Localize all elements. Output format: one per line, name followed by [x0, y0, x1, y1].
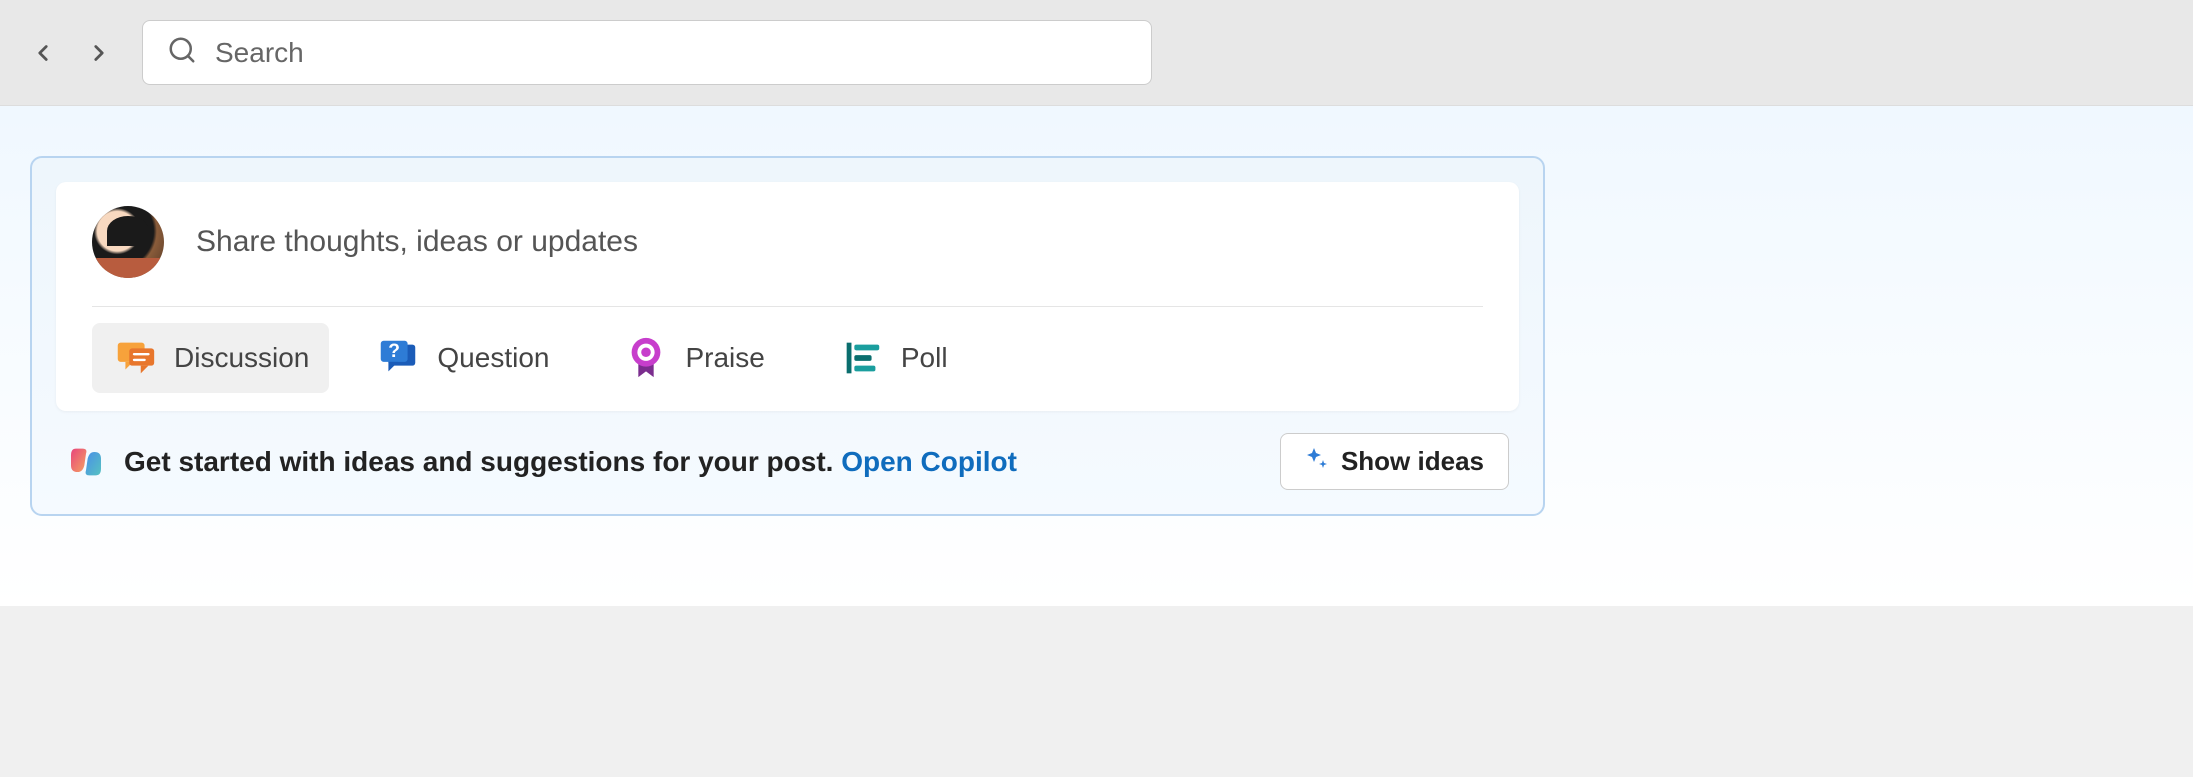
content-area: Share thoughts, ideas or updates: [0, 106, 2193, 606]
tab-praise[interactable]: Praise: [595, 323, 792, 393]
tab-label: Praise: [685, 342, 764, 374]
copilot-text: Get started with ideas and suggestions f…: [124, 446, 1017, 478]
praise-icon: [623, 335, 669, 381]
back-button[interactable]: [30, 40, 56, 66]
tab-label: Poll: [901, 342, 948, 374]
avatar[interactable]: [92, 206, 164, 278]
discussion-icon: [112, 335, 158, 381]
nav-arrows: [30, 40, 112, 66]
compose-card: Share thoughts, ideas or updates: [56, 182, 1519, 411]
svg-text:?: ?: [389, 341, 401, 362]
compose-header[interactable]: Share thoughts, ideas or updates: [92, 206, 1483, 307]
poll-icon: [839, 335, 885, 381]
open-copilot-link[interactable]: Open Copilot: [841, 446, 1017, 477]
compose-placeholder[interactable]: Share thoughts, ideas or updates: [196, 225, 638, 259]
post-type-tabs: Discussion ? Question: [92, 307, 1483, 393]
question-icon: ?: [375, 335, 421, 381]
tab-label: Question: [437, 342, 549, 374]
header-bar: [0, 0, 2193, 106]
tab-poll[interactable]: Poll: [811, 323, 976, 393]
copilot-prompt: Get started with ideas and suggestions f…: [66, 442, 1017, 482]
copilot-bar: Get started with ideas and suggestions f…: [56, 411, 1519, 490]
forward-button[interactable]: [86, 40, 112, 66]
tab-label: Discussion: [174, 342, 309, 374]
search-input[interactable]: [215, 37, 1127, 69]
button-label: Show ideas: [1341, 446, 1484, 477]
search-box[interactable]: [142, 20, 1152, 85]
copilot-icon: [66, 442, 106, 482]
show-ideas-button[interactable]: Show ideas: [1280, 433, 1509, 490]
sparkle-icon: [1305, 446, 1329, 477]
tab-question[interactable]: ? Question: [347, 323, 577, 393]
search-icon: [167, 35, 197, 70]
tab-discussion[interactable]: Discussion: [92, 323, 329, 393]
compose-container: Share thoughts, ideas or updates: [30, 156, 1545, 516]
